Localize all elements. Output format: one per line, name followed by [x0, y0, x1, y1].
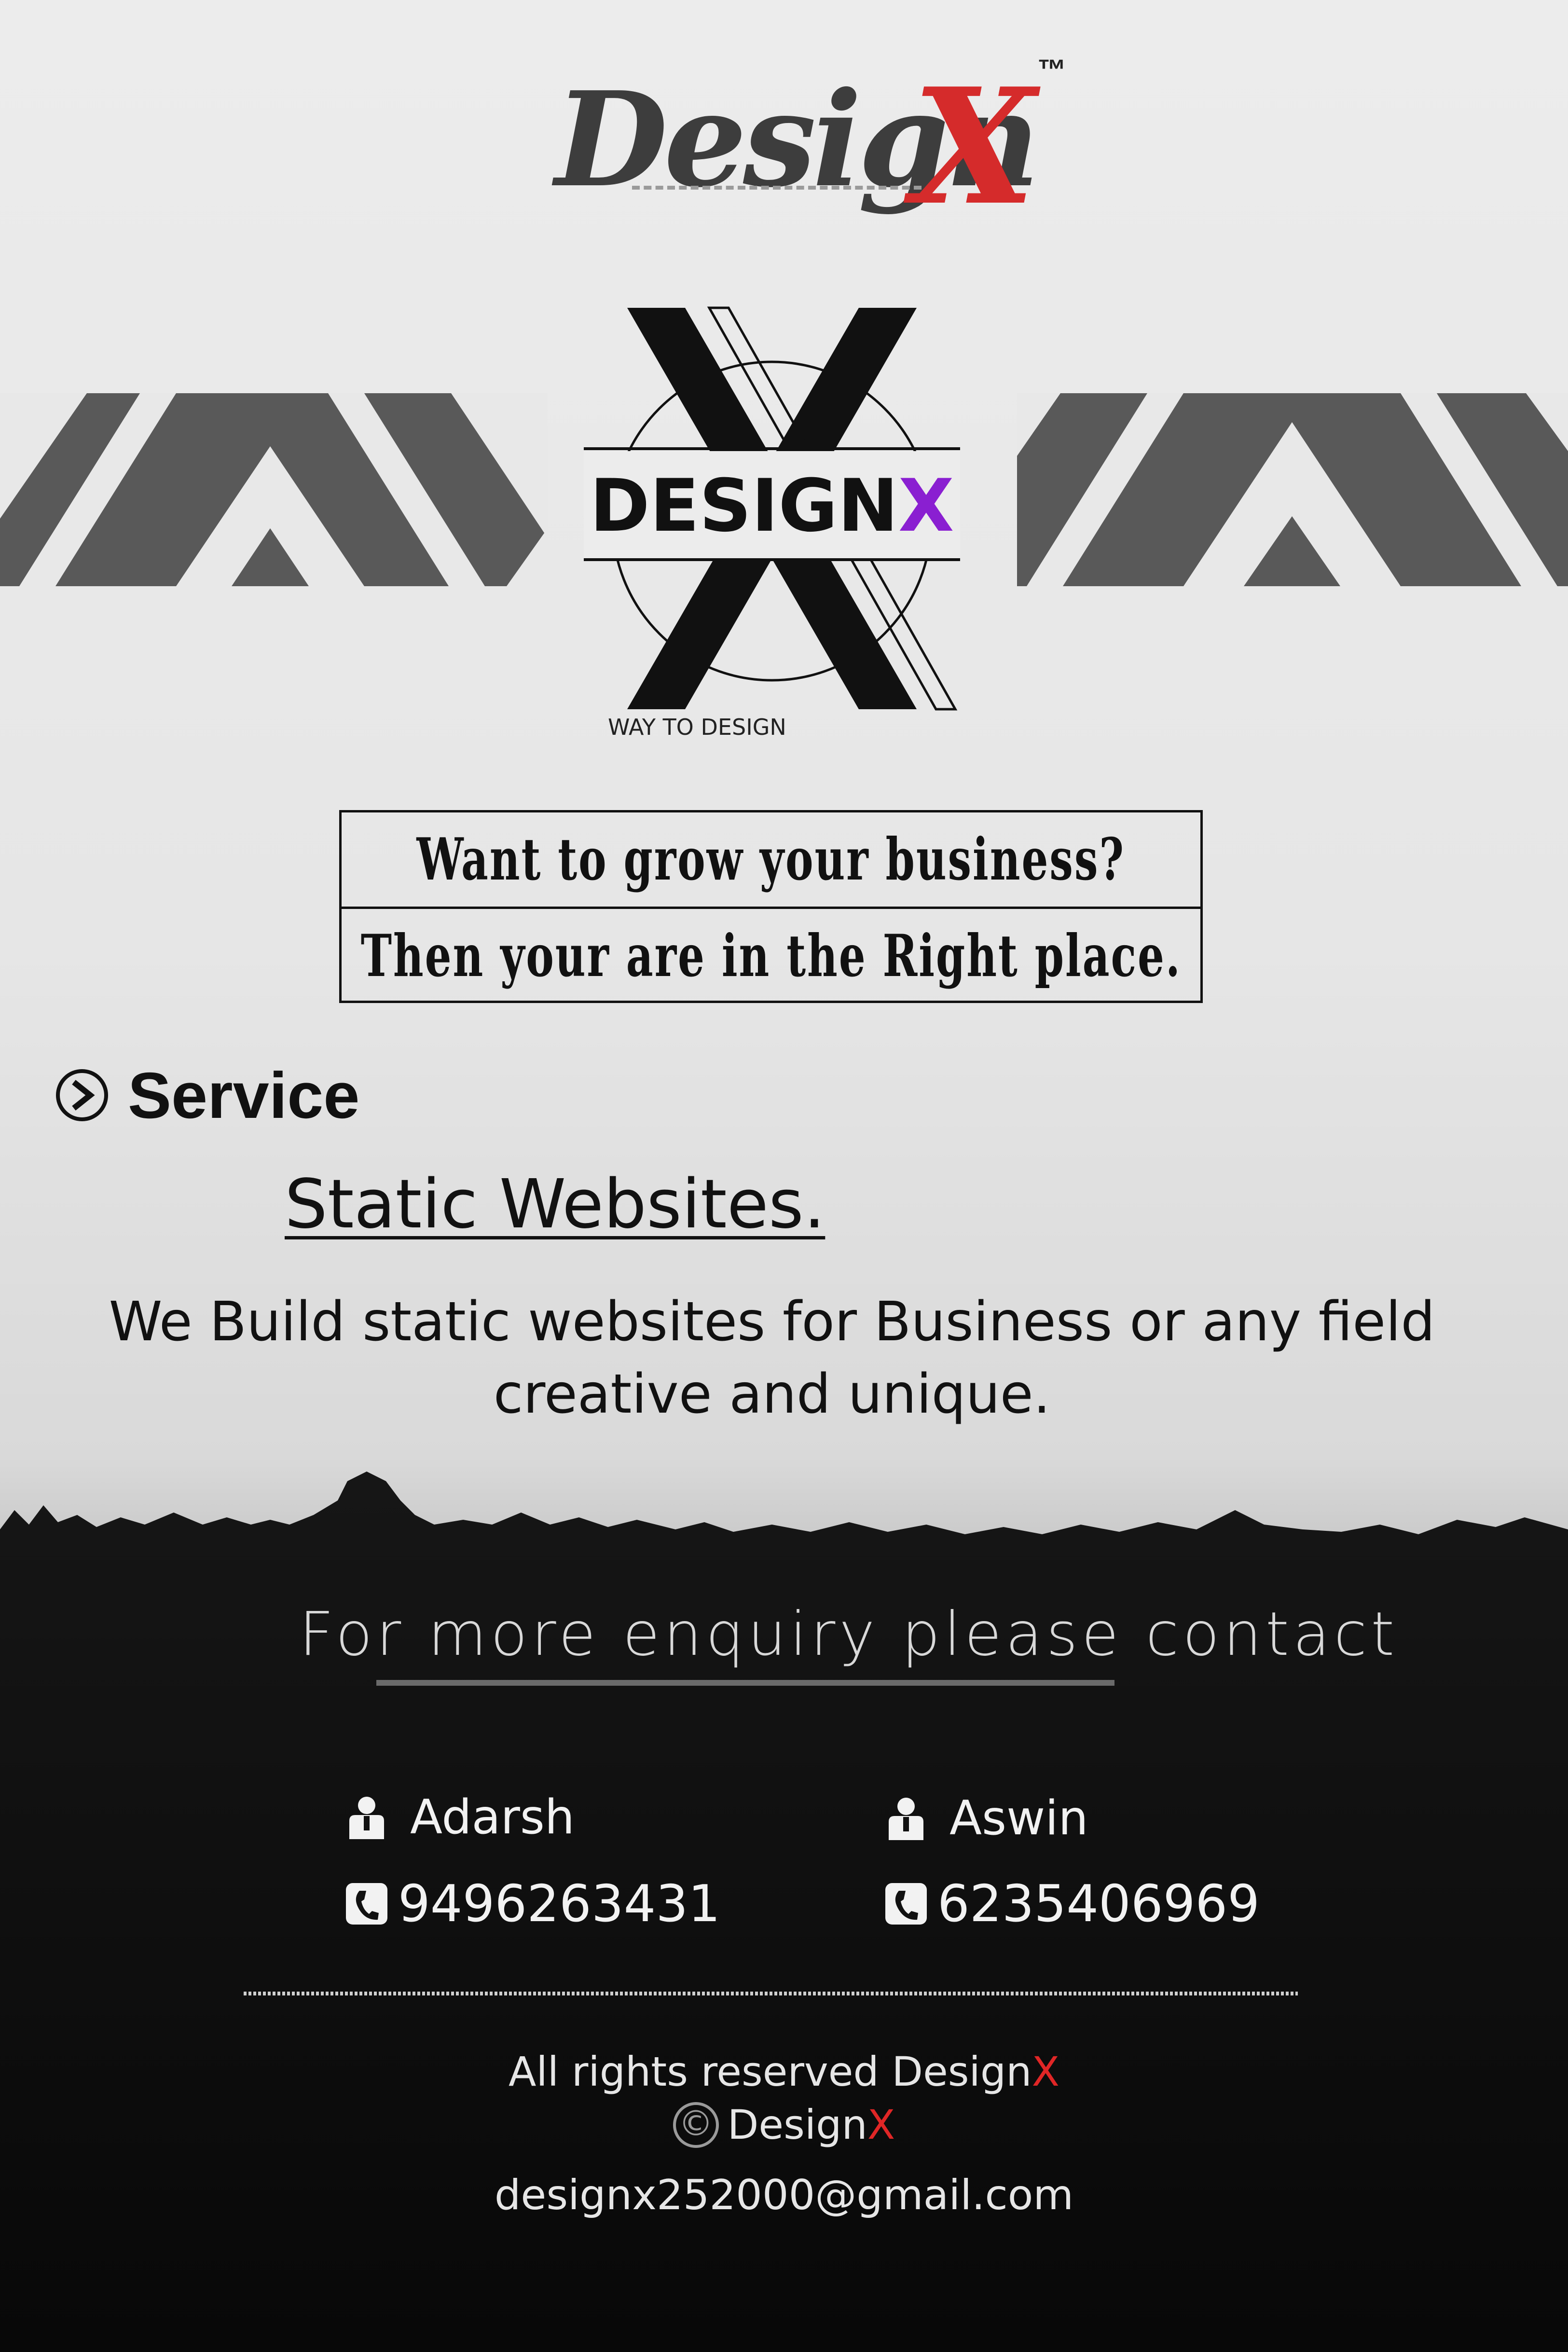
person-icon [889, 1798, 923, 1840]
copyright-accent: X [867, 2101, 895, 2148]
copyright-line: © Design X [0, 2101, 1568, 2148]
service-description-line-1: We Build static websites for Business or… [109, 1291, 1435, 1353]
phone-icon [885, 1883, 927, 1925]
service-title: Service [128, 1059, 360, 1132]
service-heading: Service [55, 1059, 360, 1132]
headline-line-1: Want to grow your business? [416, 825, 1126, 894]
enquiry-prompt: For more enquiry please contact [299, 1599, 1399, 1669]
designx-emblem: DESIGNX WAY TO DESIGN [579, 304, 965, 762]
contact-2-name-row: Aswin [887, 1791, 1088, 1846]
chevron-band-right [1017, 393, 1568, 586]
contact-1-phone[interactable]: 9496263431 [398, 1874, 720, 1933]
contact-2-phone-row[interactable]: 6235406969 [884, 1874, 1260, 1933]
contact-2-phone[interactable]: 6235406969 [937, 1874, 1260, 1933]
contact-1-phone-row[interactable]: 9496263431 [345, 1874, 720, 1933]
contact-email[interactable]: designx252000@gmail.com [0, 2171, 1568, 2219]
trademark-symbol: ™ [1037, 54, 1066, 86]
emblem-tagline: WAY TO DESIGN [608, 714, 786, 740]
contact-1-name-row: Adarsh [347, 1790, 575, 1845]
service-name: Static Websites. [285, 1165, 825, 1244]
rights-text: All rights reserved Design [509, 2048, 1032, 2095]
logo-dashed-underline [632, 186, 922, 190]
arrow-right-circle-icon [56, 1069, 108, 1121]
person-icon [349, 1797, 384, 1839]
service-description: We Build static websites for Business or… [96, 1286, 1447, 1430]
copyright-icon: © [673, 2102, 719, 2148]
headline-line-2: Then your are in the Right place. [360, 922, 1182, 990]
chevron-band-left [0, 393, 548, 586]
contact-1-name: Adarsh [410, 1790, 575, 1845]
copyright-brand: Design [727, 2101, 867, 2148]
contact-2-name: Aswin [949, 1791, 1088, 1846]
footer-divider [244, 1992, 1298, 1995]
phone-icon [346, 1883, 387, 1925]
designx-script-logo: Design X ™ [555, 53, 1086, 246]
emblem-brand-text: DESIGNX [590, 464, 954, 548]
rights-reserved-text: All rights reserved DesignX [0, 2048, 1568, 2095]
logo-accent-x: X [912, 53, 1036, 240]
service-description-line-2: creative and unique. [493, 1363, 1051, 1426]
headline-box: Want to grow your business? Then your ar… [339, 810, 1203, 1003]
rights-accent: X [1032, 2048, 1059, 2095]
enquiry-underline [376, 1680, 1114, 1686]
